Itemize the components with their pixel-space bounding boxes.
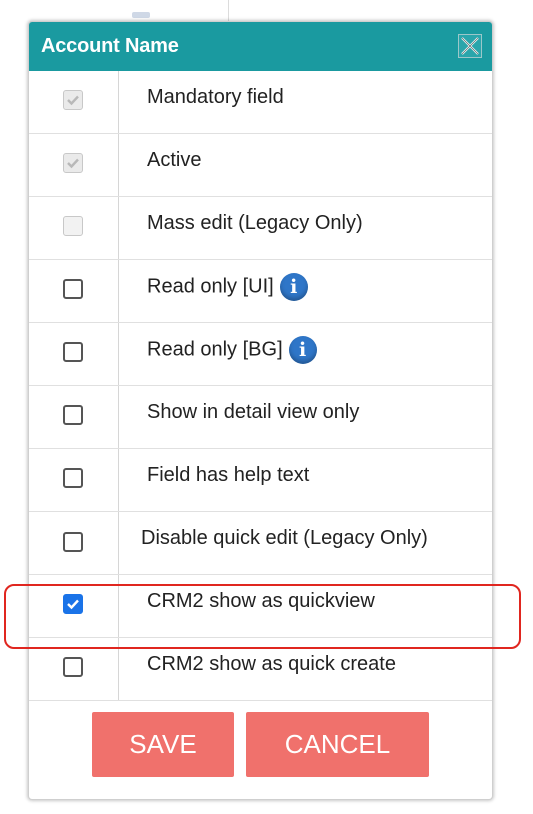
option-label: CRM2 show as quickview: [147, 590, 375, 612]
option-label: CRM2 show as quick create: [147, 653, 396, 675]
dialog-footer: SAVE CANCEL: [29, 701, 492, 793]
read-only-bg-checkbox[interactable]: [63, 342, 83, 362]
crm2-quickview-checkbox[interactable]: [63, 594, 83, 614]
dialog-header: Account Name: [29, 22, 492, 71]
option-row-detail-view-only: Show in detail view only: [29, 386, 492, 449]
option-row-read-only-ui: Read only [UI] i: [29, 260, 492, 323]
option-row-crm2-quick-create: CRM2 show as quick create: [29, 638, 492, 701]
option-row-mandatory: Mandatory field: [29, 71, 492, 134]
option-label: Read only [BG]: [147, 338, 283, 361]
cancel-button[interactable]: CANCEL: [246, 712, 429, 777]
save-button[interactable]: SAVE: [92, 712, 234, 777]
option-row-read-only-bg: Read only [BG] i: [29, 323, 492, 386]
close-icon[interactable]: [458, 34, 482, 58]
option-row-help-text: Field has help text: [29, 449, 492, 512]
option-label: Disable quick edit (Legacy Only): [141, 527, 428, 549]
option-label: Field has help text: [147, 464, 310, 486]
info-icon[interactable]: i: [288, 336, 317, 364]
field-properties-dialog: Account Name Mandatory field Active Mass…: [28, 21, 493, 800]
option-row-disable-quick-edit: Disable quick edit (Legacy Only): [29, 512, 492, 575]
options-list: Mandatory field Active Mass edit (Legacy…: [29, 71, 492, 701]
active-checkbox: [63, 153, 83, 173]
option-row-crm2-quickview: CRM2 show as quickview: [29, 575, 492, 638]
option-label: Read only [UI]: [147, 275, 274, 298]
option-label: Active: [147, 149, 202, 171]
disable-quick-edit-checkbox[interactable]: [63, 532, 83, 552]
crm2-quick-create-checkbox[interactable]: [63, 657, 83, 677]
read-only-ui-checkbox[interactable]: [63, 279, 83, 299]
option-label: Mandatory field: [147, 86, 284, 108]
background-divider: [228, 0, 229, 22]
option-label: Mass edit (Legacy Only): [147, 212, 363, 234]
option-row-mass-edit: Mass edit (Legacy Only): [29, 197, 492, 260]
background-element: [132, 12, 150, 18]
mass-edit-checkbox: [63, 216, 83, 236]
option-label: Show in detail view only: [147, 401, 360, 423]
dialog-title: Account Name: [41, 35, 179, 57]
help-text-checkbox[interactable]: [63, 468, 83, 488]
option-row-active: Active: [29, 134, 492, 197]
detail-view-only-checkbox[interactable]: [63, 405, 83, 425]
info-icon[interactable]: i: [279, 273, 308, 301]
mandatory-checkbox: [63, 90, 83, 110]
